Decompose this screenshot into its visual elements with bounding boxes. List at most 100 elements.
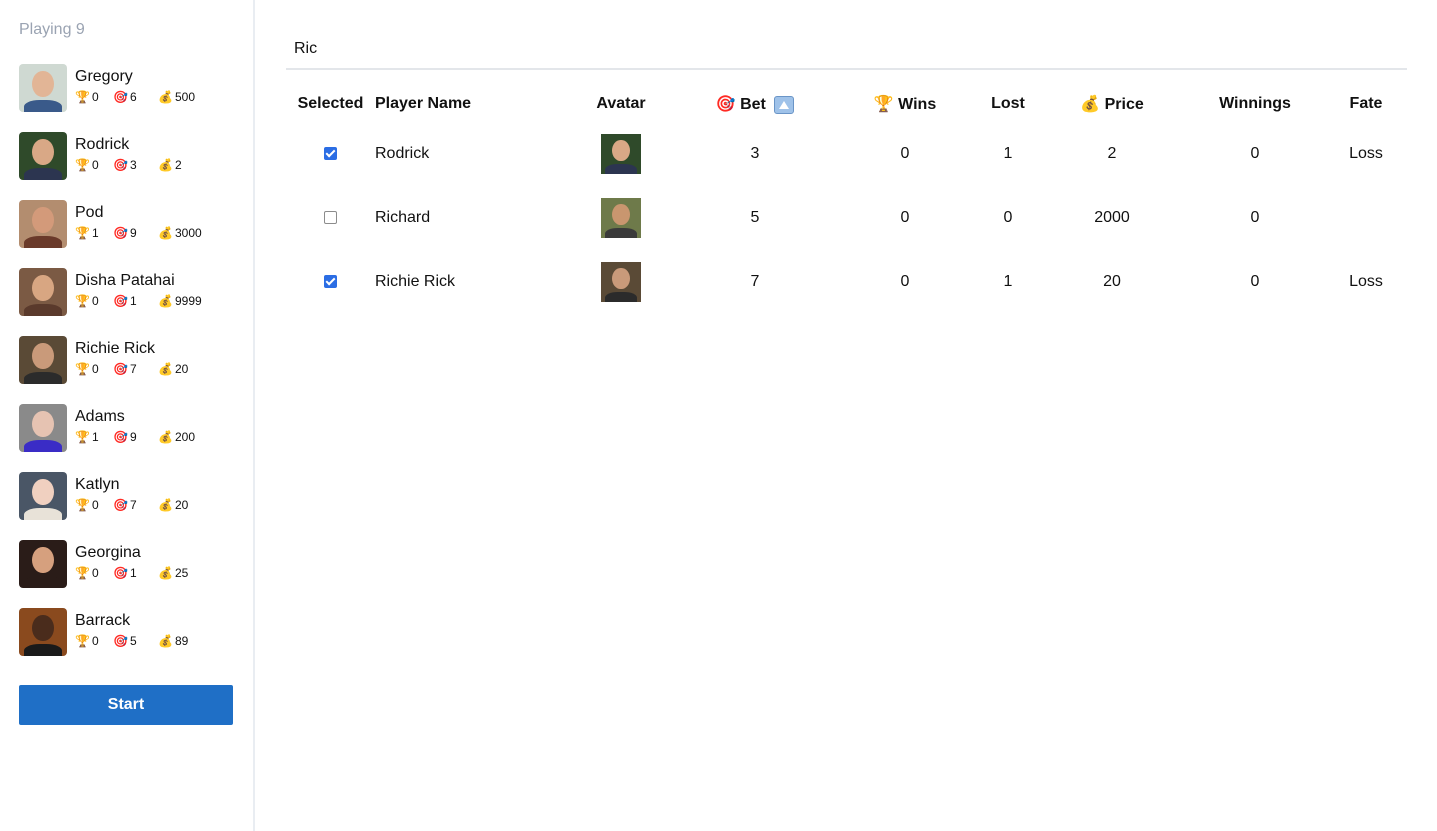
player-card[interactable]: Katlyn 🏆 0 🎯 7 💰 20 [19,472,234,540]
bet-value: 3 [130,158,137,172]
wins-value: 0 [92,634,99,648]
player-info: Rodrick 🏆 0 🎯 3 💰 2 [75,132,182,173]
price-stat: 💰 2 [158,158,182,172]
price-stat: 💰 3000 [158,226,202,240]
bet-value: 5 [130,634,137,648]
player-name: Pod [75,204,104,221]
cell-bet: 3 [750,145,760,162]
select-checkbox[interactable] [324,275,337,289]
cell-player-name: Richie Rick [375,273,456,290]
player-name: Georgina [75,544,141,561]
cell-lost: 1 [1003,145,1013,162]
wins-stat: 🏆 0 [75,362,113,376]
avatar [19,404,67,452]
select-checkbox[interactable] [324,211,337,225]
player-card[interactable]: Disha Patahai 🏆 0 🎯 1 💰 9999 [19,268,234,336]
header-price[interactable]: 💰 Price [1039,86,1185,122]
player-card[interactable]: Gregory 🏆 0 🎯 6 💰 500 [19,64,234,132]
player-card[interactable]: Pod 🏆 1 🎯 9 💰 3000 [19,200,234,268]
table-row[interactable]: Rodrick 3 0 1 2 0 Loss [286,122,1407,186]
player-name: Barrack [75,612,131,629]
cell-lost: 1 [1003,273,1013,290]
trophy-icon: 🏆 [75,430,90,444]
header-selected[interactable]: Selected [286,86,375,122]
table-row[interactable]: Richard 5 0 0 2000 0 [286,186,1407,250]
bet-stat: 🎯 9 [113,226,158,240]
cell-bet: 7 [750,273,760,290]
wins-stat: 🏆 0 [75,90,113,104]
price-value: 3000 [175,226,202,240]
price-value: 500 [175,90,196,104]
table-row[interactable]: Richie Rick 7 0 1 20 0 Loss [286,250,1407,314]
avatar [19,268,67,316]
header-lost[interactable]: Lost [977,86,1039,122]
money-bag-icon: 💰 [158,294,173,308]
start-button[interactable]: Start [19,685,233,725]
sort-ascending-icon[interactable] [774,95,795,114]
player-name: Adams [75,408,125,425]
bet-stat: 🎯 1 [113,566,158,580]
wins-stat: 🏆 0 [75,158,113,172]
player-name: Katlyn [75,476,120,493]
bet-stat: 🎯 1 [113,294,158,308]
player-stats: 🏆 1 🎯 9 💰 3000 [75,225,202,241]
avatar [19,64,67,112]
cell-avatar [565,186,677,250]
bet-value: 7 [130,498,137,512]
player-info: Adams 🏆 1 🎯 9 💰 200 [75,404,195,445]
target-icon: 🎯 [113,158,128,172]
search-input[interactable] [286,30,1407,70]
bet-stat: 🎯 9 [113,430,158,444]
money-bag-icon: 💰 [158,362,173,376]
cell-price: 2000 [1094,209,1130,226]
cell-lost: 0 [1003,209,1013,226]
wins-stat: 🏆 0 [75,294,113,308]
player-card[interactable]: Richie Rick 🏆 0 🎯 7 💰 20 [19,336,234,404]
money-bag-icon: 💰 [158,90,173,104]
player-stats: 🏆 1 🎯 9 💰 200 [75,429,195,445]
wins-stat: 🏆 1 [75,226,113,240]
wins-value: 1 [92,226,99,240]
target-icon: 🎯 [113,634,128,648]
cell-player-name: Richard [375,209,431,226]
money-bag-icon: 💰 [158,498,173,512]
player-stats: 🏆 0 🎯 1 💰 9999 [75,293,202,309]
player-card[interactable]: Adams 🏆 1 🎯 9 💰 200 [19,404,234,472]
price-value: 89 [175,634,189,648]
main-panel: Selected Player Name Avatar 🎯 Bet 🏆 Wins [255,0,1437,831]
price-stat: 💰 9999 [158,294,202,308]
sidebar: Playing 9 Gregory 🏆 0 🎯 6 💰 500 Rodrick 🏆 0 🎯 3 💰 2 Po… [0,0,255,831]
player-card[interactable]: Barrack 🏆 0 🎯 5 💰 89 [19,608,234,676]
avatar [19,608,67,656]
player-list: Gregory 🏆 0 🎯 6 💰 500 Rodrick 🏆 0 🎯 3 💰 2 Pod 🏆 1 🎯 9 💰 3000… [19,64,234,676]
header-wins[interactable]: 🏆 Wins [833,86,977,122]
header-bet[interactable]: 🎯 Bet [677,86,833,122]
wins-value: 0 [92,566,99,580]
cell-price: 2 [1107,145,1117,162]
select-checkbox[interactable] [324,147,337,161]
trophy-icon: 🏆 [75,294,90,308]
header-winnings[interactable]: Winnings [1185,86,1325,122]
price-stat: 💰 20 [158,362,188,376]
price-stat: 💰 20 [158,498,188,512]
player-stats: 🏆 0 🎯 7 💰 20 [75,497,188,513]
header-player-name[interactable]: Player Name [375,86,565,122]
player-stats: 🏆 0 🎯 6 💰 500 [75,89,195,105]
cell-fate [1325,186,1407,250]
player-card[interactable]: Rodrick 🏆 0 🎯 3 💰 2 [19,132,234,200]
player-name: Gregory [75,68,133,85]
player-info: Disha Patahai 🏆 0 🎯 1 💰 9999 [75,268,202,309]
target-icon: 🎯 [113,362,128,376]
bet-value: 1 [130,294,137,308]
header-fate[interactable]: Fate [1325,86,1407,122]
table-body: Rodrick 3 0 1 2 0 Loss Richard 5 0 0 2000 0 Richie Ri… [286,122,1407,314]
bet-stat: 🎯 3 [113,158,158,172]
player-card[interactable]: Georgina 🏆 0 🎯 1 💰 25 [19,540,234,608]
avatar [601,262,641,302]
trophy-icon: 🏆 [75,362,90,376]
cell-winnings: 0 [1250,273,1260,290]
money-bag-icon: 💰 [158,158,173,172]
trophy-icon: 🏆 [75,498,90,512]
header-avatar[interactable]: Avatar [565,86,677,122]
money-bag-icon: 💰 [158,430,173,444]
